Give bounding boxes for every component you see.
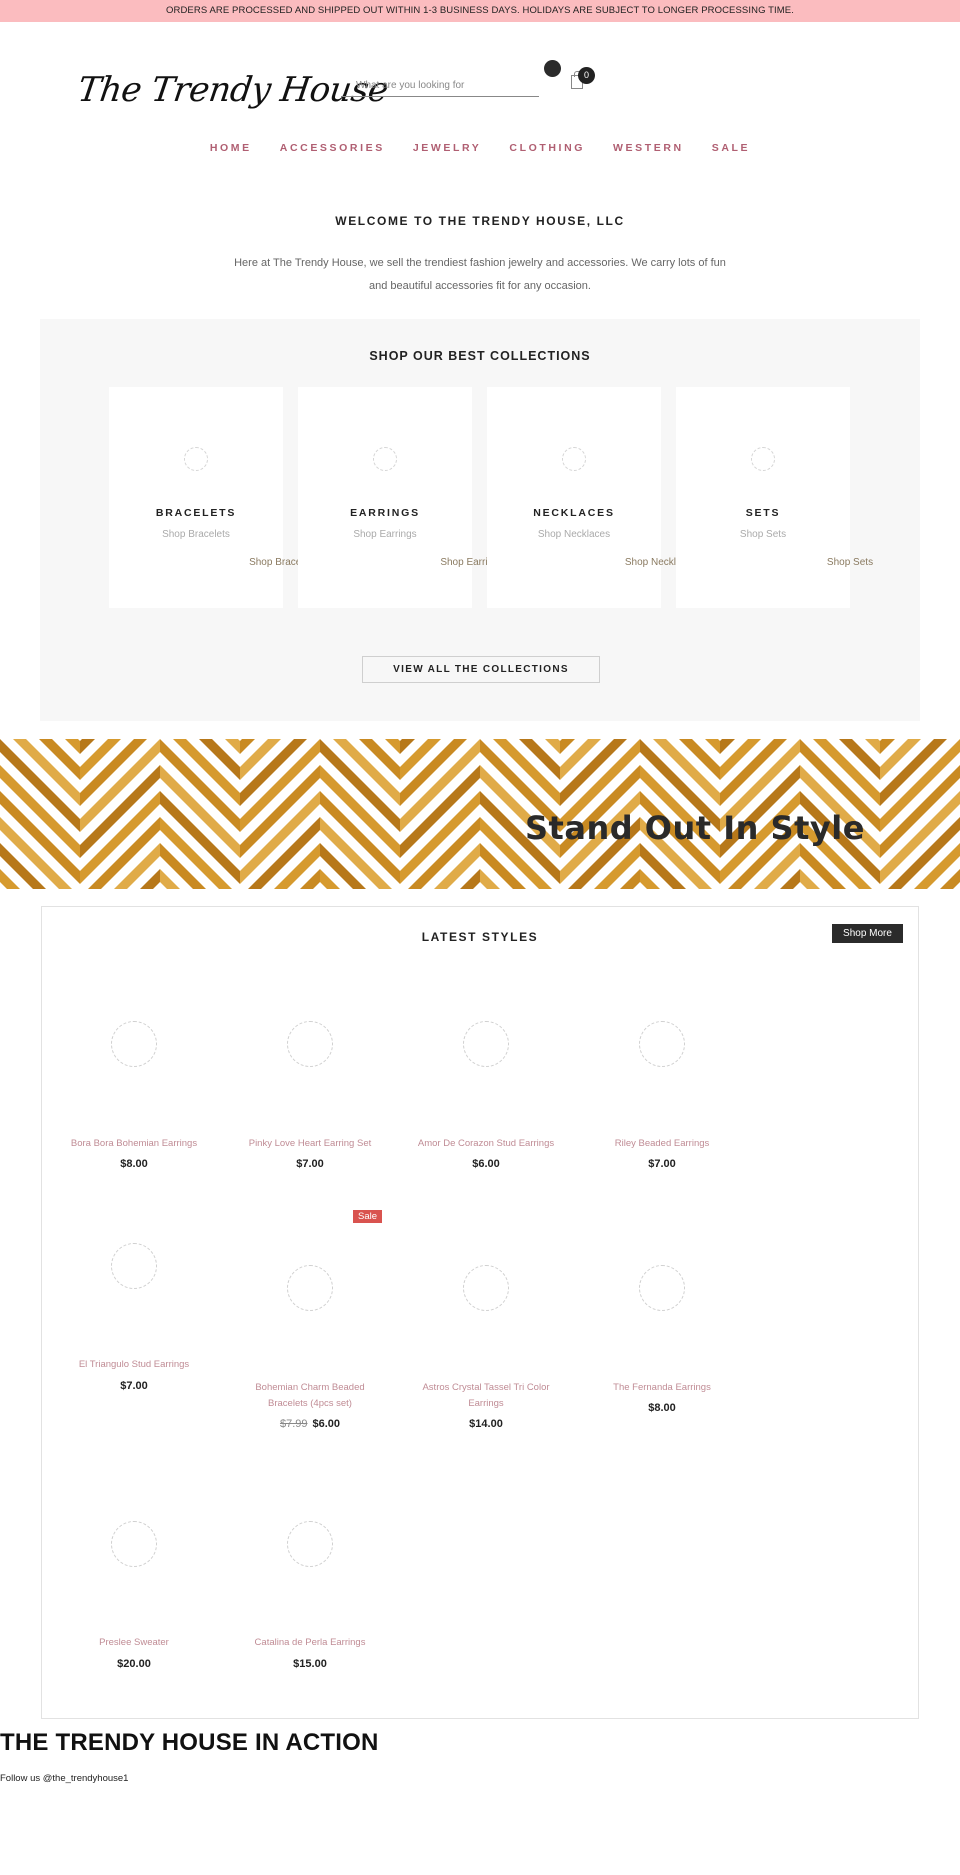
collection-subtitle: Shop Necklaces: [537, 529, 611, 540]
product-name[interactable]: Bohemian Charm Beaded Bracelets (4pcs se…: [230, 1380, 390, 1412]
product-card[interactable]: Riley Beaded Earrings $7.00: [582, 1007, 742, 1170]
loading-spinner-icon: [463, 1021, 509, 1067]
view-all-collections-button[interactable]: VIEW ALL THE COLLECTIONS: [362, 656, 600, 683]
loading-spinner-icon: [287, 1021, 333, 1067]
nav-home[interactable]: HOME: [210, 142, 252, 154]
main-nav: HOME ACCESSORIES JEWELRY CLOTHING WESTER…: [0, 142, 960, 154]
loading-spinner-icon: [562, 447, 586, 471]
loading-spinner-icon: [639, 1021, 685, 1067]
instagram-section-title: THE TRENDY HOUSE IN ACTION: [0, 1729, 379, 1756]
promo-banner[interactable]: Stand Out In Style: [0, 739, 960, 889]
product-card[interactable]: Preslee Sweater $20.00: [54, 1502, 214, 1670]
instagram-follow-text[interactable]: Follow us @the_trendyhouse1: [0, 1773, 128, 1784]
product-card[interactable]: Sale Bohemian Charm Beaded Bracelets (4p…: [230, 1207, 390, 1430]
latest-styles-title: LATEST STYLES: [421, 930, 539, 944]
product-price: $7.99 $6.00: [230, 1418, 390, 1430]
nav-clothing[interactable]: CLOTHING: [509, 142, 585, 154]
product-card[interactable]: The Fernanda Earrings $8.00: [582, 1207, 742, 1414]
product-price: $6.00: [472, 1158, 500, 1170]
product-name[interactable]: Pinky Love Heart Earring Set: [230, 1136, 390, 1152]
product-price: $8.00: [648, 1402, 676, 1414]
collection-card-sets[interactable]: SETS Shop Sets Shop Sets: [676, 387, 873, 608]
latest-styles-section: LATEST STYLES Shop More Bora Bora Bohemi…: [41, 906, 919, 1719]
product-card[interactable]: Bora Bora Bohemian Earrings $8.00: [54, 1007, 214, 1170]
collection-subtitle: Shop Sets: [739, 529, 787, 540]
loading-spinner-icon: [111, 1243, 157, 1289]
product-price: $14.00: [469, 1418, 503, 1430]
product-card[interactable]: Astros Crystal Tassel Tri Color Earrings…: [406, 1207, 566, 1430]
product-price: $7.00: [648, 1158, 676, 1170]
product-name[interactable]: El Triangulo Stud Earrings: [54, 1357, 214, 1373]
loading-spinner-icon: [111, 1021, 157, 1067]
banner-title: Stand Out In Style: [525, 809, 865, 847]
nav-western[interactable]: WESTERN: [613, 142, 684, 154]
welcome-title: WELCOME TO THE TRENDY HOUSE, LLC: [335, 214, 625, 228]
product-price: $20.00: [117, 1658, 151, 1670]
product-card[interactable]: El Triangulo Stud Earrings $7.00: [54, 1207, 214, 1392]
collections-title: SHOP OUR BEST COLLECTIONS: [369, 349, 591, 363]
product-price: $8.00: [120, 1158, 148, 1170]
collection-subtitle: Shop Bracelets: [162, 529, 230, 540]
product-price: $7.00: [120, 1380, 148, 1392]
loading-spinner-icon: [287, 1265, 333, 1311]
collection-link[interactable]: Shop Sets: [763, 557, 937, 568]
announcement-bar: ORDERS ARE PROCESSED AND SHIPPED OUT WIT…: [0, 0, 960, 22]
loading-spinner-icon: [639, 1265, 685, 1311]
product-price: $15.00: [293, 1658, 327, 1670]
cart-count-badge: 0: [578, 67, 595, 84]
product-name[interactable]: Bora Bora Bohemian Earrings: [54, 1136, 214, 1152]
product-name[interactable]: Amor De Corazon Stud Earrings: [406, 1136, 566, 1152]
collection-title: NECKLACES: [533, 507, 615, 519]
loading-spinner-icon: [184, 447, 208, 471]
collection-title: BRACELETS: [155, 507, 237, 519]
sale-price: $6.00: [312, 1418, 341, 1430]
collection-card-bracelets[interactable]: BRACELETS Shop Bracelets Shop Bracelets: [109, 387, 317, 608]
product-card[interactable]: Pinky Love Heart Earring Set $7.00: [230, 1007, 390, 1170]
loading-spinner-icon: [373, 447, 397, 471]
loading-spinner-icon: [111, 1521, 157, 1567]
shop-more-button[interactable]: Shop More: [832, 924, 903, 943]
collection-card-necklaces[interactable]: NECKLACES Shop Necklaces Shop Necklaces: [487, 387, 697, 608]
collection-subtitle: Shop Earrings: [353, 529, 417, 540]
product-name[interactable]: Riley Beaded Earrings: [582, 1136, 742, 1152]
collection-title: SETS: [745, 507, 781, 519]
compare-price: $7.99: [279, 1418, 308, 1430]
loading-spinner-icon: [463, 1265, 509, 1311]
search-input[interactable]: [341, 74, 539, 97]
product-name[interactable]: The Fernanda Earrings: [582, 1380, 742, 1396]
product-name[interactable]: Preslee Sweater: [54, 1635, 214, 1651]
nav-jewelry[interactable]: JEWELRY: [413, 142, 482, 154]
product-name[interactable]: Astros Crystal Tassel Tri Color Earrings: [406, 1380, 566, 1412]
collection-title: EARRINGS: [350, 507, 420, 519]
product-card[interactable]: Amor De Corazon Stud Earrings $6.00: [406, 1007, 566, 1170]
collections-section: SHOP OUR BEST COLLECTIONS BRACELETS Shop…: [40, 319, 920, 721]
nav-accessories[interactable]: ACCESSORIES: [280, 142, 385, 154]
sale-badge: Sale: [353, 1210, 383, 1223]
welcome-text: Here at The Trendy House, we sell the tr…: [234, 257, 726, 292]
nav-sale[interactable]: SALE: [712, 142, 750, 154]
product-price: $7.00: [296, 1158, 324, 1170]
account-icon[interactable]: [544, 60, 561, 77]
collection-card-earrings[interactable]: EARRINGS Shop Earrings Shop Earrings: [298, 387, 504, 608]
product-card[interactable]: Catalina de Perla Earrings $15.00: [230, 1502, 390, 1670]
loading-spinner-icon: [287, 1521, 333, 1567]
product-name[interactable]: Catalina de Perla Earrings: [230, 1635, 390, 1651]
header: The Trendy House 0: [0, 22, 960, 132]
loading-spinner-icon: [751, 447, 775, 471]
